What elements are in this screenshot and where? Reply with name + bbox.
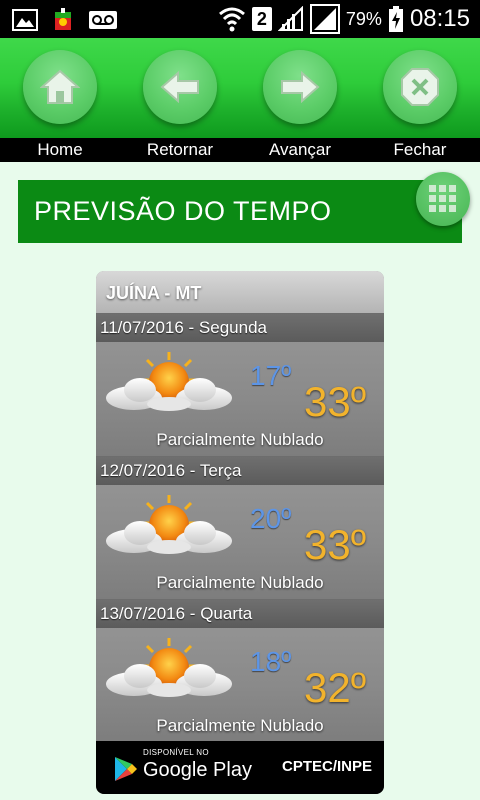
forecast-day: 13/07/2016 - Quarta 18º 32º Parcialmente… xyxy=(96,599,384,742)
clock: 08:15 xyxy=(409,5,470,32)
battery-percent: 79% xyxy=(345,8,382,29)
location-title: JUÍNA - MT xyxy=(96,271,384,313)
forecast-date: 11/07/2016 - Segunda xyxy=(96,314,384,342)
voicemail-icon xyxy=(89,11,117,29)
partly-cloudy-icon xyxy=(106,638,232,697)
google-play-icon[interactable] xyxy=(114,756,138,782)
home-button[interactable] xyxy=(23,50,97,124)
forecast-day: 11/07/2016 - Segunda 17º 33º Parcialment… xyxy=(96,313,384,456)
min-temperature: 17º xyxy=(250,360,292,391)
forecast-date: 13/07/2016 - Quarta xyxy=(96,600,384,628)
forecast-description: Parcialmente Nublado xyxy=(156,430,324,449)
home-label[interactable]: Home xyxy=(0,140,120,160)
widget-footer: DISPONÍVEL NO Google Play CPTEC/INPE xyxy=(96,741,384,794)
forward-button[interactable] xyxy=(263,50,337,124)
max-temperature: 33º xyxy=(304,378,367,425)
page-title: PREVISÃO DO TEMPO xyxy=(18,180,462,243)
back-button[interactable] xyxy=(143,50,217,124)
wifi-icon xyxy=(218,7,245,32)
apps-grid-button[interactable] xyxy=(416,172,470,226)
grid-icon xyxy=(429,185,456,212)
navigation-toolbar xyxy=(0,38,480,138)
weather-widget: JUÍNA - MT 11/07/2016 - Segunda 17º 33º … xyxy=(96,271,384,794)
max-temperature: 33º xyxy=(304,521,367,568)
partly-cloudy-icon xyxy=(106,495,232,554)
google-play-link[interactable]: Google Play xyxy=(143,759,252,782)
arrow-right-icon xyxy=(281,71,320,103)
back-label[interactable]: Retornar xyxy=(120,140,240,160)
min-temperature: 20º xyxy=(250,503,292,534)
status-bar: 2 79% 08:15 xyxy=(0,0,480,38)
arrow-left-icon xyxy=(160,71,199,103)
forecast-description: Parcialmente Nublado xyxy=(156,716,324,735)
partly-cloudy-icon xyxy=(106,352,232,411)
toolbar-labels: Home Retornar Avançar Fechar xyxy=(0,138,480,162)
signal-icon xyxy=(309,4,340,34)
sim-slot-badge: 2 xyxy=(251,7,272,31)
signal-icon xyxy=(277,6,303,31)
forecast-description: Parcialmente Nublado xyxy=(156,573,324,592)
home-icon xyxy=(40,69,80,104)
max-temperature: 32º xyxy=(304,664,367,711)
close-label[interactable]: Fechar xyxy=(360,140,480,160)
min-temperature: 18º xyxy=(250,646,292,677)
image-icon xyxy=(12,9,38,31)
battery-charging-icon xyxy=(388,6,403,32)
forecast-date: 12/07/2016 - Terça xyxy=(96,457,384,485)
google-play-caption[interactable]: DISPONÍVEL NO xyxy=(143,748,209,757)
forward-label[interactable]: Avançar xyxy=(240,140,360,160)
close-button[interactable] xyxy=(383,50,457,124)
source-credit: CPTEC/INPE xyxy=(282,758,373,775)
app-flag-icon xyxy=(55,8,71,30)
forecast-day: 12/07/2016 - Terça 20º 33º Parcialmente … xyxy=(96,456,384,599)
close-icon xyxy=(401,68,439,106)
